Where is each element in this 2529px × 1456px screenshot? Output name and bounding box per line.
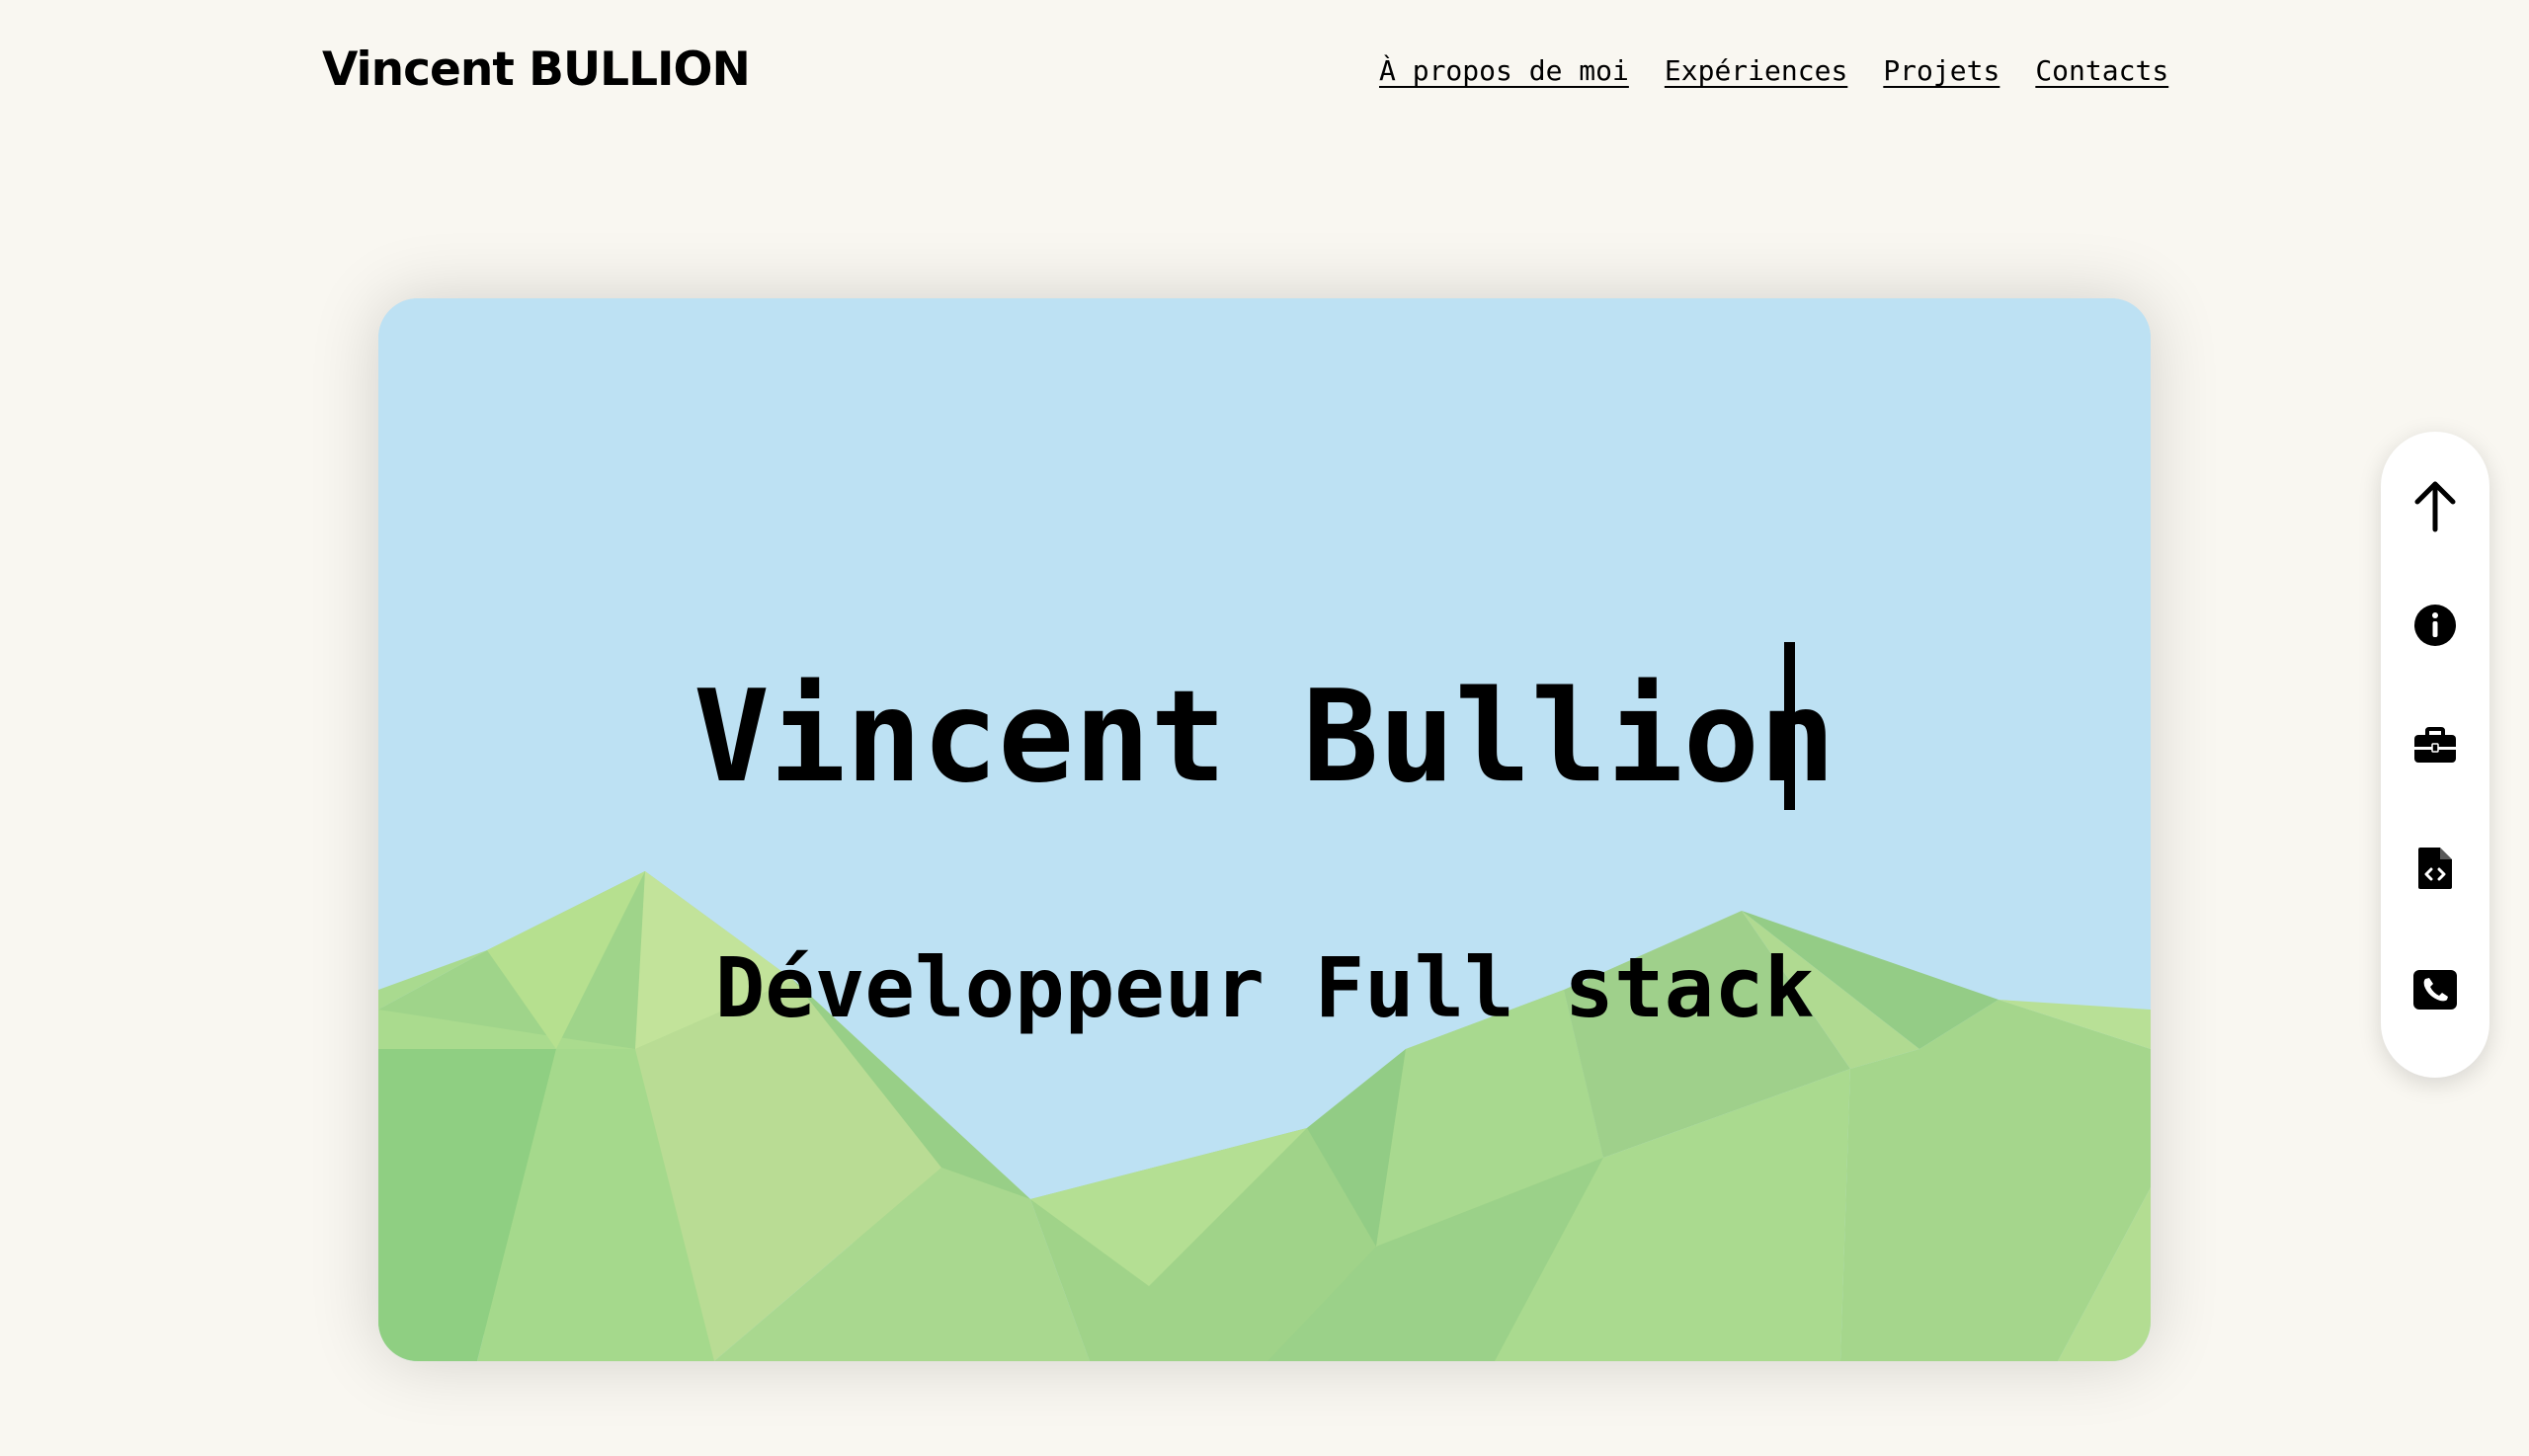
experiences-nav-button[interactable] — [2401, 712, 2470, 781]
side-navigation — [2381, 432, 2489, 1078]
low-poly-landscape-illustration — [378, 298, 2151, 1361]
contacts-nav-button[interactable] — [2401, 955, 2470, 1024]
nav-link-contacts[interactable]: Contacts — [2035, 51, 2168, 91]
nav-link-about[interactable]: À propos de moi — [1379, 51, 1629, 91]
hero-role: Développeur Full stack — [714, 939, 1815, 1036]
brand-name[interactable]: Vincent BULLION — [322, 36, 751, 105]
hero-name: Vincent Bullion — [693, 664, 1836, 811]
projects-nav-button[interactable] — [2401, 834, 2470, 903]
arrow-up-icon — [2414, 481, 2456, 532]
typing-cursor — [1784, 642, 1795, 810]
phone-icon — [2413, 970, 2457, 1010]
code-file-icon — [2418, 848, 2452, 889]
briefcase-icon — [2414, 727, 2456, 763]
nav-link-projects[interactable]: Projets — [1883, 51, 1999, 91]
site-header: Vincent BULLION À propos de moi Expérien… — [0, 0, 2529, 148]
about-nav-button[interactable] — [2401, 591, 2470, 660]
hero-card: Vincent Bullion Développeur Full stack — [378, 298, 2151, 1361]
main-nav: À propos de moi Expériences Projets Cont… — [1379, 51, 2168, 91]
info-icon — [2414, 605, 2456, 646]
scroll-top-button[interactable] — [2401, 471, 2470, 540]
nav-link-experiences[interactable]: Expériences — [1665, 51, 1847, 91]
